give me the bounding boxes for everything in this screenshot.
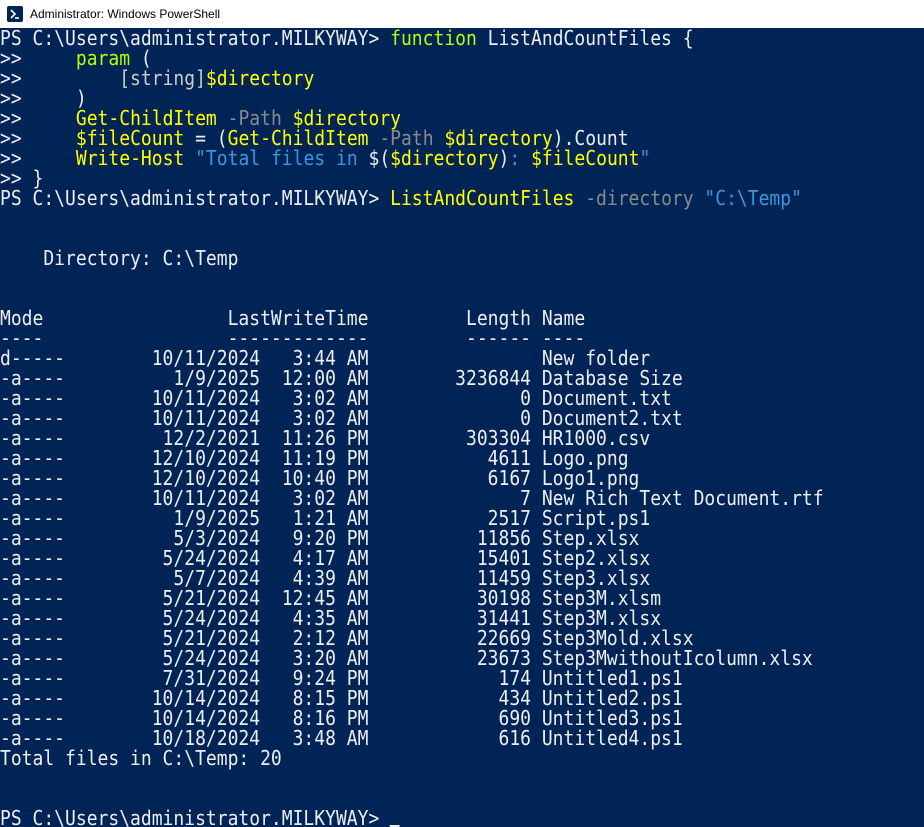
prompt-text: PS C:\Users\administrator.MILKYWAY> <box>0 806 391 827</box>
title-bar: Administrator: Windows PowerShell <box>0 0 924 28</box>
file-listing-row: -a---- 10/11/2024 3:02 AM 7 New Rich Tex… <box>0 486 824 510</box>
console-line-get-childitem: >> Get-ChildItem -Path $directory <box>0 108 401 128</box>
string-argument: "C:\Temp" <box>693 186 802 210</box>
file-listing-row: -a---- 10/14/2024 8:15 PM 434 Untitled2.… <box>0 686 683 710</box>
final-prompt-line: PS C:\Users\administrator.MILKYWAY> <box>0 806 401 827</box>
variable-directory: $directory <box>390 146 499 170</box>
file-listing-row: -a---- 1/9/2025 1:21 AM 2517 Script.ps1 <box>0 506 651 530</box>
powershell-icon <box>7 6 23 22</box>
file-listing-row: -a---- 5/24/2024 4:35 AM 31441 Step3M.xl… <box>0 606 662 630</box>
parameter-name: -directory <box>574 186 694 210</box>
file-listing-row: -a---- 5/24/2024 3:20 AM 23673 Step3Mwit… <box>0 646 813 670</box>
console-line-close-brace: >> } <box>0 168 43 188</box>
console-line-invoke: PS C:\Users\administrator.MILKYWAY> List… <box>0 188 802 208</box>
console-line-function: PS C:\Users\administrator.MILKYWAY> func… <box>0 28 694 48</box>
cmdlet-name: Write-Host <box>75 146 185 170</box>
function-name: ListAndCountFiles { <box>476 28 694 50</box>
type-literal: [string] <box>119 66 206 90</box>
total-files-output: Total files in C:\Temp: 20 <box>0 746 282 770</box>
console-line-close-paren: >> ) <box>0 88 87 108</box>
variable-filecount: $fileCount <box>531 146 640 170</box>
subexpression-close: ) <box>498 146 510 170</box>
function-keyword: function <box>390 28 477 50</box>
string-literal: "Total files in <box>184 146 369 170</box>
file-listing-row: -a---- 5/21/2024 12:45 AM 30198 Step3M.x… <box>0 586 662 610</box>
listing-underline: ---- ------------- ------ ---- <box>0 326 586 350</box>
file-listing-row: -a---- 5/21/2024 2:12 AM 22669 Step3Mold… <box>0 626 694 650</box>
window-title: Administrator: Windows PowerShell <box>30 7 221 21</box>
file-listing-row: -a---- 5/3/2024 9:20 PM 11856 Step.xlsx <box>0 526 640 550</box>
file-listing-row: -a---- 7/31/2024 9:24 PM 174 Untitled1.p… <box>0 666 683 690</box>
file-listing-row: -a---- 5/24/2024 4:17 AM 15401 Step2.xls… <box>0 546 651 570</box>
prompt-text: PS C:\Users\administrator.MILKYWAY> <box>0 186 391 210</box>
string-literal: : <box>509 146 532 170</box>
console-output[interactable]: PS C:\Users\administrator.MILKYWAY> func… <box>0 28 924 827</box>
file-listing-row: -a---- 10/11/2024 3:02 AM 0 Document.txt <box>0 386 672 410</box>
string-literal: " <box>639 146 651 170</box>
file-listing-row: -a---- 10/18/2024 3:48 AM 616 Untitled4.… <box>0 726 683 750</box>
file-listing-row: -a---- 1/9/2025 12:00 AM 3236844 Databas… <box>0 366 683 390</box>
subexpression-open: $( <box>368 146 391 170</box>
console-line-write-host: >> Write-Host "Total files in $($directo… <box>0 148 650 168</box>
file-listing-row: d----- 10/11/2024 3:44 AM New folder <box>0 346 651 370</box>
console-line-string-param: >> [string]$directory <box>0 68 314 88</box>
file-listing-row: -a---- 12/2/2021 11:26 PM 303304 HR1000.… <box>0 426 651 450</box>
directory-label: Directory: C:\Temp <box>0 246 239 270</box>
variable-directory: $directory <box>205 66 315 90</box>
file-listing-row: -a---- 5/7/2024 4:39 AM 11459 Step3.xlsx <box>0 566 651 590</box>
listing-header: Mode LastWriteTime Length Name <box>0 306 586 330</box>
file-listing-row: -a---- 10/11/2024 3:02 AM 0 Document2.tx… <box>0 406 683 430</box>
invoked-function: ListAndCountFiles <box>390 186 575 210</box>
console-line-filecount: >> $fileCount = (Get-ChildItem -Path $di… <box>0 128 629 148</box>
file-listing-row: -a---- 10/14/2024 8:16 PM 690 Untitled3.… <box>0 706 683 730</box>
file-listing-row: -a---- 12/10/2024 11:19 PM 4611 Logo.png <box>0 446 629 470</box>
console-line-param: >> param ( <box>0 48 152 68</box>
file-listing-row: -a---- 12/10/2024 10:40 PM 6167 Logo1.pn… <box>0 466 640 490</box>
